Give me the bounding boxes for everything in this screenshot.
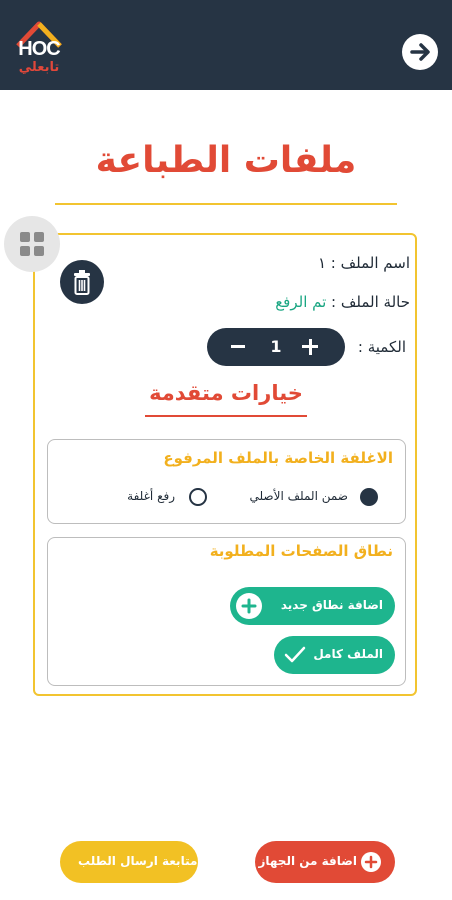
logo-subtext: تابعلي xyxy=(18,60,60,75)
delete-file-button[interactable] xyxy=(60,260,104,304)
plus-circle-icon xyxy=(361,852,381,872)
full-file-button[interactable]: الملف كامل xyxy=(274,636,395,674)
advanced-options-title[interactable]: خيارات متقدمة xyxy=(140,381,312,405)
continue-order-button[interactable]: متابعة ارسال الطلب xyxy=(60,841,198,883)
top-bar: HOC تابعلي xyxy=(0,0,452,90)
quantity-label: الكمية : xyxy=(357,338,406,356)
file-name-text: اسم الملف : ١ xyxy=(317,254,410,272)
add-from-device-button[interactable]: اضافة من الجهاز xyxy=(255,841,395,883)
trash-icon xyxy=(74,270,90,295)
add-from-device-label: اضافة من الجهاز xyxy=(258,854,357,868)
cover-section-title: الاغلفة الخاصة بالملف المرفوع xyxy=(163,449,393,467)
radio-original-label: ضمن الملف الأصلي xyxy=(249,489,348,503)
quantity-decrease-button[interactable] xyxy=(231,345,245,348)
radio-upload-label: رفع أغلفة xyxy=(127,489,175,503)
add-range-label: اضافة نطاق جديد xyxy=(280,598,383,612)
file-status-label: حالة الملف : xyxy=(326,293,410,311)
file-status-row: حالة الملف : تم الرفع xyxy=(275,293,410,311)
continue-order-label: متابعة ارسال الطلب xyxy=(78,854,198,868)
page-title: ملفات الطباعة xyxy=(95,140,357,181)
check-icon xyxy=(284,646,306,663)
plus-circle-icon xyxy=(236,593,262,619)
quantity-stepper: 1 xyxy=(207,328,345,366)
file-status-value: تم الرفع xyxy=(275,293,327,311)
full-file-label: الملف كامل xyxy=(313,647,383,661)
cover-options-box: الاغلفة الخاصة بالملف المرفوع ضمن الملف … xyxy=(47,439,406,524)
arrow-right-icon xyxy=(410,43,430,61)
quantity-value: 1 xyxy=(270,337,282,356)
back-button[interactable] xyxy=(402,34,438,70)
app-logo: HOC تابعلي xyxy=(10,18,68,84)
title-underline xyxy=(55,203,397,205)
logo-text: HOC xyxy=(18,38,60,60)
radio-original-file[interactable] xyxy=(360,488,378,506)
add-range-button[interactable]: اضافة نطاق جديد xyxy=(230,587,395,625)
advanced-options-underline xyxy=(145,415,307,417)
grid-icon xyxy=(20,232,44,256)
range-section-title: نطاق الصفحات المطلوبة xyxy=(209,542,393,560)
plus-icon-v xyxy=(308,338,312,355)
grid-menu-button[interactable] xyxy=(4,216,60,272)
radio-upload-covers[interactable] xyxy=(189,488,207,506)
